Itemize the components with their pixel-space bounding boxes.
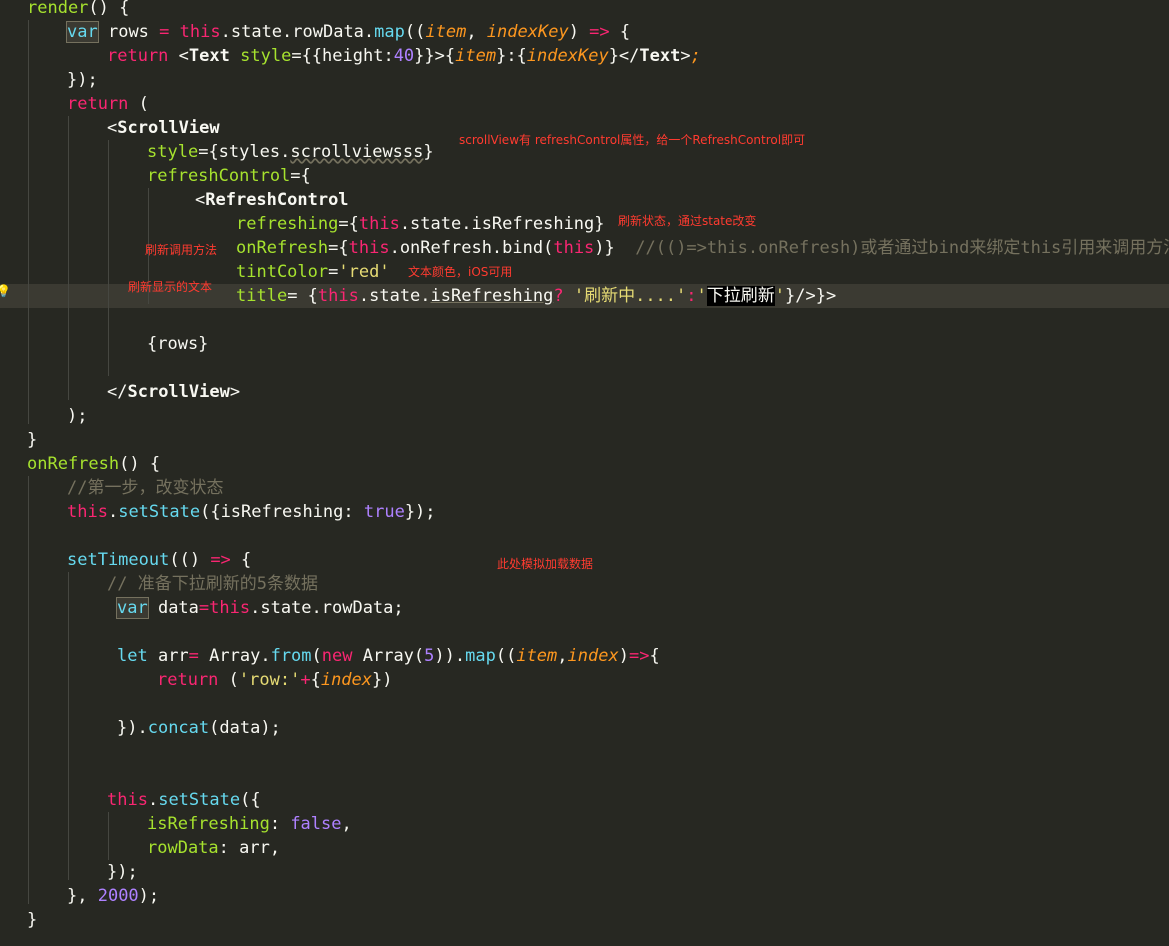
code-line: return ( — [67, 94, 149, 114]
code-line: {rows} — [147, 334, 209, 354]
code-line: </ScrollView> — [107, 382, 241, 402]
code-line: }).concat(data); — [117, 718, 281, 738]
indent-guide — [28, 476, 29, 904]
code-line: ); — [67, 406, 88, 426]
code-line: isRefreshing: false, — [147, 814, 352, 834]
annotation-simulate: 此处模拟加载数据 — [497, 557, 594, 571]
indent-guide — [68, 572, 69, 880]
code-line: } — [27, 430, 38, 450]
code-editor[interactable]: 💡 render() { var rows = this.state.rowDa… — [0, 0, 1169, 946]
code-line: }); — [67, 70, 98, 90]
annotation-scrollview: scrollView有 refreshControl属性，给一个RefreshC… — [459, 133, 806, 147]
code-line: rowData: arr, — [147, 838, 281, 858]
code-line: // 准备下拉刷新的5条数据 — [107, 574, 318, 594]
code-line: tintColor='red' — [236, 262, 390, 282]
code-line: refreshControl={ — [147, 166, 311, 186]
code-line: render() { — [27, 0, 130, 18]
indent-guide — [108, 812, 109, 860]
annotation-tintcolor: 文本颜色，iOS可用 — [408, 265, 513, 279]
code-line: //第一步，改变状态 — [67, 478, 224, 498]
code-line: <ScrollView — [107, 118, 220, 138]
code-line: style={styles.scrollviewsss} — [147, 142, 434, 162]
code-line: }); — [107, 862, 138, 882]
code-line: refreshing={this.state.isRefreshing} — [236, 214, 605, 234]
code-line: return ('row:'+{index}) — [157, 670, 393, 690]
code-line: let arr= Array.from(new Array(5)).map((i… — [117, 646, 660, 666]
annotation-title: 刷新显示的文本 — [128, 280, 213, 294]
code-line: onRefresh() { — [27, 454, 161, 474]
code-line: var rows = this.state.rowData.map((item,… — [66, 21, 631, 43]
code-line: title= {this.state.isRefreshing? '刷新中...… — [236, 286, 837, 306]
code-line: this.setState({isRefreshing: true}); — [67, 502, 436, 522]
indent-guide — [108, 140, 109, 376]
code-line: return <Text style={{height:40}}>{item}:… — [107, 46, 701, 66]
code-line: onRefresh={this.onRefresh.bind(this)} //… — [236, 238, 1169, 258]
annotation-refreshing: 刷新状态，通过state改变 — [618, 214, 757, 228]
code-line: <RefreshControl — [195, 190, 349, 210]
code-line: setTimeout(() => { — [67, 550, 252, 570]
code-line: }, 2000); — [67, 886, 160, 906]
annotation-onrefresh: 刷新调用方法 — [145, 243, 218, 257]
code-line: var data=this.state.rowData; — [116, 597, 404, 619]
indent-guide — [28, 20, 29, 424]
code-line: this.setState({ — [107, 790, 261, 810]
code-line: } — [27, 910, 38, 930]
lightbulb-icon[interactable]: 💡 — [0, 285, 11, 297]
indent-guide — [68, 116, 69, 400]
